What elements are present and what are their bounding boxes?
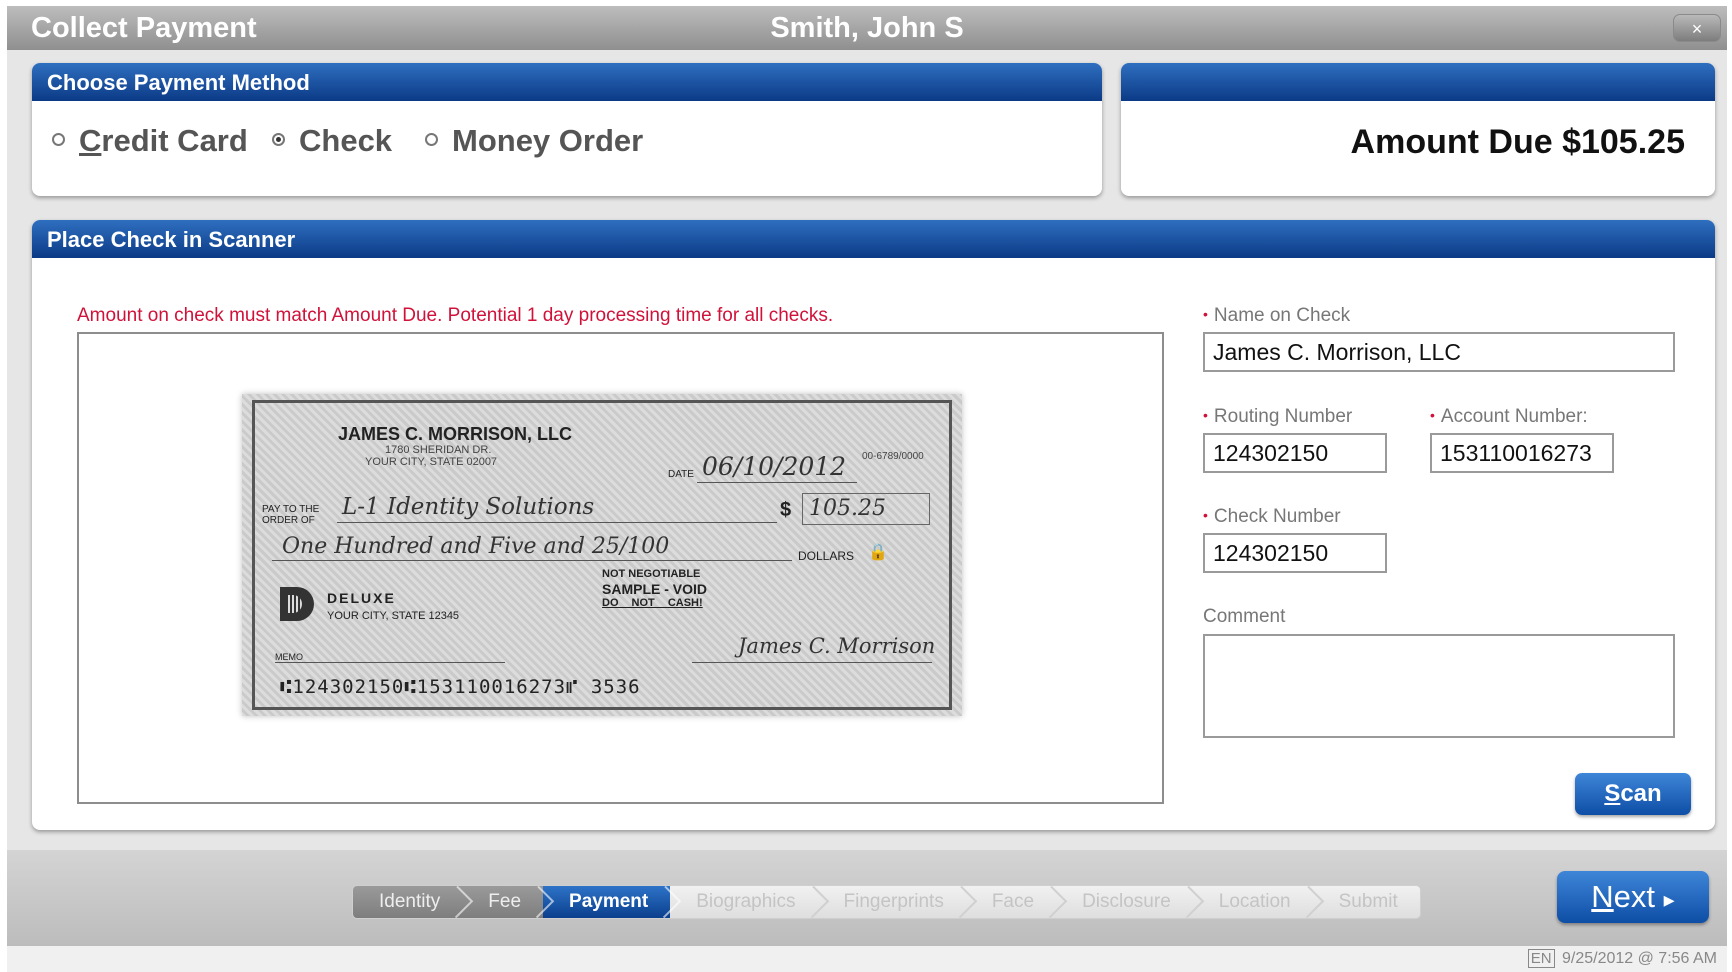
wizard-step-submit: Submit bbox=[1313, 886, 1420, 918]
wizard-step-label: Disclosure bbox=[1082, 891, 1171, 912]
comment-field[interactable] bbox=[1203, 634, 1675, 738]
check-not-negotiable: NOT NEGOTIABLE bbox=[602, 568, 701, 580]
close-button[interactable]: × bbox=[1673, 14, 1721, 42]
radio-button-icon[interactable] bbox=[425, 132, 438, 146]
wizard-step-location: Location bbox=[1193, 886, 1324, 918]
wizard-step-label: Identity bbox=[379, 891, 441, 912]
account-number-field[interactable] bbox=[1430, 433, 1614, 473]
check-pay-to-label: PAY TO THE ORDER OF bbox=[262, 504, 320, 526]
wizard-step-label: Fee bbox=[488, 891, 522, 912]
bank-logo-icon bbox=[280, 587, 314, 621]
check-payer-address-2: YOUR CITY, STATE 02007 bbox=[365, 456, 498, 468]
check-amount: 105.25 bbox=[809, 496, 886, 521]
check-bank-address: YOUR CITY, STATE 12345 bbox=[327, 610, 460, 622]
account-number-label: • Account Number: bbox=[1430, 406, 1588, 427]
wizard-step-identity[interactable]: Identity bbox=[353, 886, 474, 918]
wizard-step-label: Biographics bbox=[696, 891, 796, 912]
wizard-step-payment[interactable]: Payment bbox=[543, 886, 682, 918]
wizard-step-label: Fingerprints bbox=[843, 891, 944, 912]
check-sample-void: SAMPLE - VOID bbox=[602, 581, 708, 597]
check-payee-line bbox=[337, 522, 777, 523]
check-do-not-cash: DO NOT CASH! bbox=[602, 597, 703, 609]
amount-due-label: Amount Due $105.25 bbox=[1350, 123, 1685, 161]
window-title: Collect Payment bbox=[31, 12, 257, 44]
wizard-bar: Identity Fee Payment Biographics Fingerprint… bbox=[7, 850, 1727, 946]
wizard-step-disclosure: Disclosure bbox=[1056, 886, 1205, 918]
check-date-label: DATE bbox=[668, 469, 694, 480]
radio-button-icon[interactable] bbox=[52, 132, 65, 146]
check-bank-name: DELUXE bbox=[327, 590, 396, 606]
scan-button[interactable]: Scan bbox=[1575, 773, 1691, 815]
credit-card-label: redit Card bbox=[101, 123, 248, 158]
check-image-frame: JAMES C. MORRISON, LLC 1780 SHERIDAN DR.… bbox=[77, 332, 1164, 804]
radio-label-credit-card: Credit Card bbox=[79, 123, 248, 158]
name-on-check-label: • Name on Check bbox=[1203, 305, 1351, 326]
collect-payment-window: Collect Payment Smith, John S × Choose P… bbox=[7, 6, 1727, 972]
check-warning-text: Amount on check must match Amount Due. P… bbox=[77, 305, 834, 326]
comment-label: Comment bbox=[1203, 606, 1286, 627]
radio-credit-card[interactable]: Credit Card bbox=[52, 123, 248, 159]
wizard-step-biographics: Biographics bbox=[670, 886, 829, 918]
check-number-label: • Check Number bbox=[1203, 506, 1341, 527]
lock-icon: 🔒 bbox=[868, 544, 888, 561]
check-memo-line bbox=[275, 662, 505, 663]
wizard-step-fee[interactable]: Fee bbox=[462, 886, 555, 918]
check-date-line bbox=[697, 482, 857, 483]
radio-money-order[interactable]: Money Order bbox=[425, 123, 643, 159]
status-bar: EN 9/25/2012 @ 7:56 AM bbox=[7, 946, 1727, 972]
check-signature-line bbox=[692, 662, 932, 663]
payment-method-panel: Choose Payment Method Credit Card Check … bbox=[32, 63, 1102, 196]
amount-due-panel: Amount Due $105.25 bbox=[1121, 63, 1715, 196]
check-date: 06/10/2012 bbox=[702, 452, 847, 481]
payment-method-header: Choose Payment Method bbox=[32, 63, 1102, 101]
name-on-check-field[interactable] bbox=[1203, 332, 1675, 372]
radio-label-money-order: Money Order bbox=[452, 123, 644, 158]
amount-due-header bbox=[1121, 63, 1715, 101]
check-payee: L-1 Identity Solutions bbox=[342, 494, 595, 520]
radio-button-selected-icon[interactable] bbox=[272, 132, 285, 146]
check-signature: James C. Morrison bbox=[738, 634, 936, 658]
payment-method-options: Credit Card Check Money Order bbox=[32, 101, 1102, 196]
wizard-step-label: Submit bbox=[1338, 891, 1398, 912]
wizard-step-face: Face bbox=[966, 886, 1068, 918]
status-info: EN 9/25/2012 @ 7:56 AM bbox=[1527, 949, 1717, 968]
check-scanner-header: Place Check in Scanner bbox=[32, 220, 1715, 258]
status-timestamp: 9/25/2012 @ 7:56 AM bbox=[1561, 950, 1717, 967]
check-memo-label: MEMO bbox=[275, 652, 303, 662]
radio-check[interactable]: Check bbox=[272, 123, 392, 159]
check-routing-fraction: 00-6789/0000 bbox=[862, 451, 924, 462]
routing-number-field[interactable] bbox=[1203, 433, 1387, 473]
check-payer-name: JAMES C. MORRISON, LLC bbox=[338, 424, 573, 444]
check-written-amount: One Hundred and Five and 25/100 bbox=[282, 534, 670, 559]
wizard-steps: Identity Fee Payment Biographics Fingerprint… bbox=[352, 885, 1421, 919]
arrow-right-icon: ▸ bbox=[1663, 887, 1675, 912]
scanned-check-image: JAMES C. MORRISON, LLC 1780 SHERIDAN DR.… bbox=[242, 394, 962, 716]
wizard-step-label: Face bbox=[991, 891, 1035, 912]
title-bar: Collect Payment Smith, John S × bbox=[7, 6, 1727, 50]
wizard-step-label: Location bbox=[1218, 891, 1291, 912]
check-payer-address-1: 1780 SHERIDAN DR. bbox=[385, 444, 492, 456]
check-dollar-sign: $ bbox=[780, 499, 792, 521]
next-button[interactable]: Next ▸ bbox=[1557, 871, 1709, 923]
check-scanner-panel: Place Check in Scanner Amount on check m… bbox=[32, 220, 1715, 830]
wizard-step-label: Payment bbox=[569, 891, 649, 912]
close-icon: × bbox=[1691, 19, 1703, 39]
wizard-step-fingerprints: Fingerprints bbox=[818, 886, 978, 918]
check-micr-line: ⑆124302150⑆153110016273⑈ 3536 bbox=[280, 676, 641, 698]
check-dollars-label: DOLLARS bbox=[798, 549, 855, 563]
check-written-line bbox=[272, 560, 792, 561]
radio-label-check: Check bbox=[299, 123, 393, 158]
patient-name: Smith, John S bbox=[770, 12, 964, 44]
routing-number-label: • Routing Number bbox=[1203, 406, 1353, 427]
check-number-field[interactable] bbox=[1203, 533, 1387, 573]
language-indicator[interactable]: EN bbox=[1527, 949, 1555, 968]
